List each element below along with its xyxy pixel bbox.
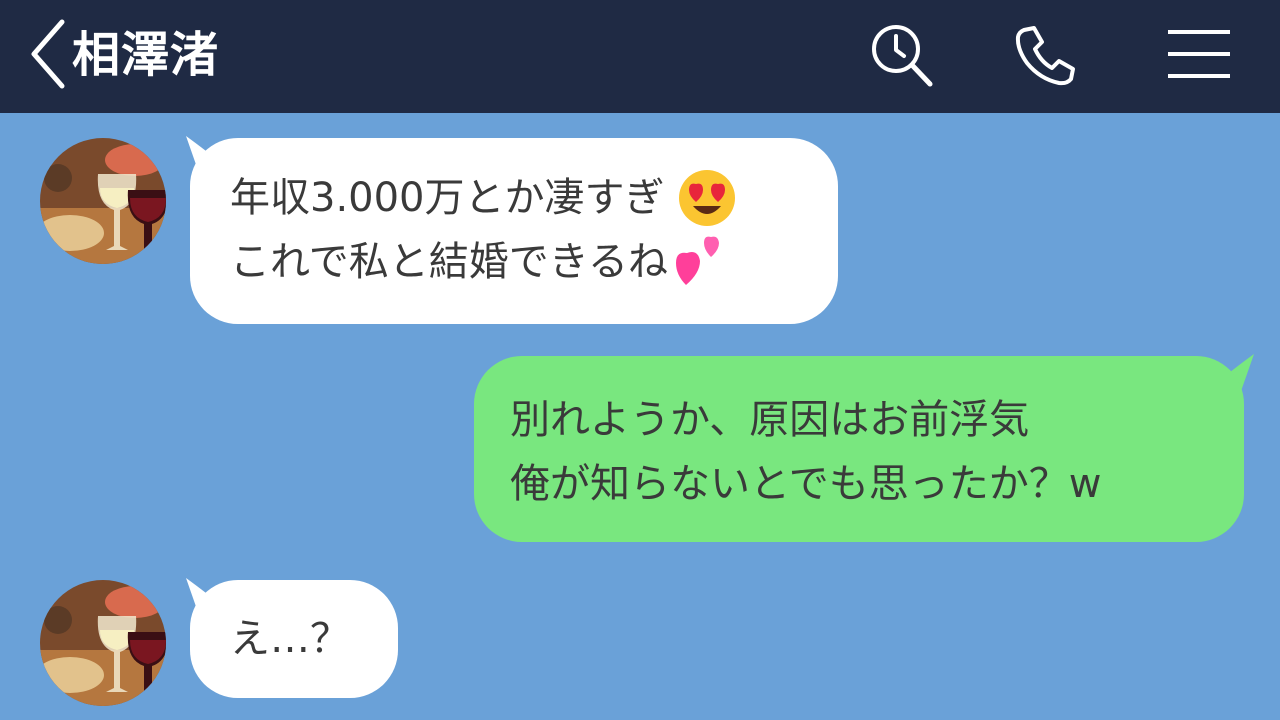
heart-eyes-emoji <box>678 170 735 226</box>
two-hearts-emoji <box>676 236 719 285</box>
message-text: 俺が知らないとでも思ったか？w <box>510 461 1102 507</box>
message-text: これで私と結婚できるね <box>230 239 668 285</box>
outgoing-message-bubble[interactable]: 別れようか、原因はお前浮気 俺が知らないとでも思ったか？w <box>474 356 1244 542</box>
avatar[interactable] <box>40 580 166 706</box>
chat-title: 相澤渚 <box>72 27 220 83</box>
message-text: え…？ <box>230 616 350 662</box>
phone-icon[interactable] <box>1010 20 1080 90</box>
avatar[interactable] <box>40 138 166 264</box>
chat-header: 相澤渚 <box>0 0 1280 113</box>
back-icon[interactable] <box>28 18 68 90</box>
incoming-message-bubble[interactable]: 年収3.000万とか凄すぎ これで私と結婚できるね <box>190 138 838 324</box>
message-text: 別れようか、原因はお前浮気 <box>510 397 1030 443</box>
menu-icon[interactable] <box>1164 20 1234 90</box>
message-text: 年収3.000万とか凄すぎ <box>230 175 665 221</box>
incoming-message-bubble[interactable]: え…？ <box>190 580 398 698</box>
search-icon[interactable] <box>866 20 936 90</box>
